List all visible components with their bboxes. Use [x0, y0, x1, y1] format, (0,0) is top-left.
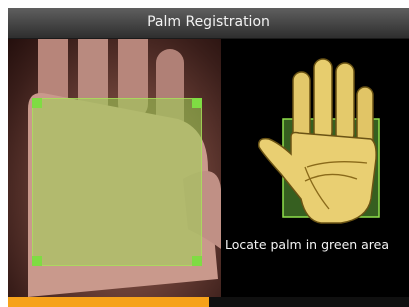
- guide-corner-top-right: [192, 98, 202, 108]
- device-screen: Palm Registration Locate palm in green a…: [8, 8, 409, 307]
- guide-corner-bottom-left: [32, 256, 42, 266]
- guide-corner-bottom-right: [192, 256, 202, 266]
- palm-detection-area: [32, 98, 202, 266]
- camera-preview: [8, 39, 221, 297]
- page-title: Palm Registration: [147, 14, 270, 30]
- progress-fill: [8, 297, 209, 307]
- registration-progress-bar: [8, 297, 409, 307]
- instruction-text: Locate palm in green area: [225, 237, 390, 252]
- guide-corner-top-left: [32, 98, 42, 108]
- guide-panel: Locate palm in green area: [221, 39, 409, 297]
- palm-illustration-icon: [257, 58, 380, 224]
- title-bar: Palm Registration: [8, 8, 409, 39]
